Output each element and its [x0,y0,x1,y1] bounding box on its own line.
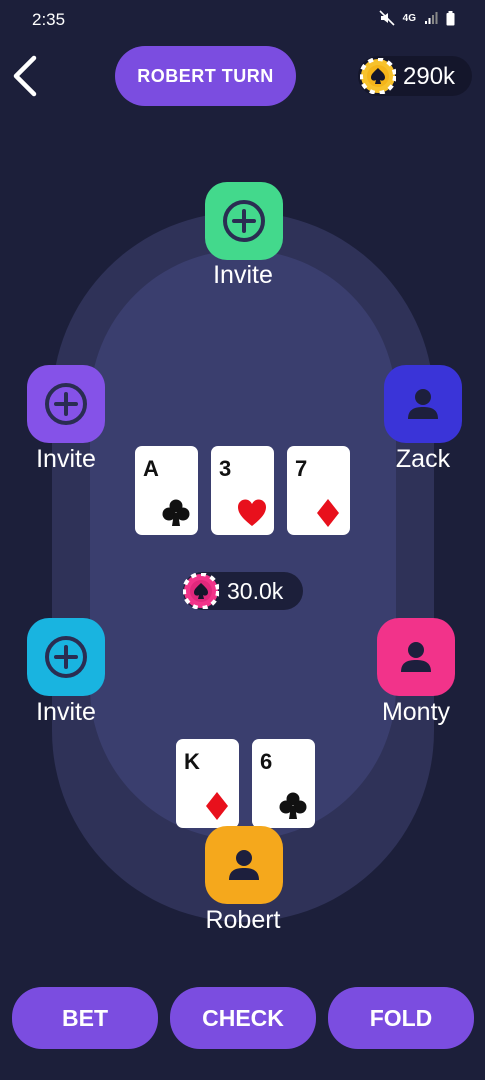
signal-icon [425,12,438,24]
seat-zack[interactable] [384,365,462,443]
seat-robert[interactable] [205,826,283,904]
balance-display: 290k [358,56,472,96]
seat-robert-label: Robert [205,906,281,934]
pot-value: 30.0k [227,578,284,604]
fold-button[interactable]: FOLD [328,987,474,1049]
player-card: K [176,739,239,828]
plus-circle-icon [223,200,265,242]
seat-left-lower-label: Invite [36,698,96,726]
poker-table-felt [90,250,396,840]
club-icon [279,792,307,819]
seat-monty-label: Monty [381,698,451,726]
seat-top-label: Invite [213,261,273,289]
seat-top-invite-button[interactable] [205,182,283,260]
seat-zack-label: Zack [395,445,451,473]
turn-indicator: ROBERT TURN [115,46,296,106]
plus-circle-icon [45,636,87,678]
spade-chip-icon [360,58,396,94]
community-card: 3 [211,446,274,535]
check-button[interactable]: CHECK [170,987,316,1049]
status-time: 2:35 [32,10,66,29]
pink-chip-icon [183,573,219,609]
card-rank: A [143,456,159,481]
card-rank: 7 [295,456,308,481]
network-type: 4G [402,12,416,24]
diamond-icon [317,499,339,527]
status-icons: 4G [379,10,455,26]
status-bar: 2:35 4G [0,0,485,40]
back-button[interactable] [10,52,50,100]
mute-icon [379,10,395,26]
diamond-icon [206,792,228,820]
seat-left-upper-invite-button[interactable] [27,365,105,443]
card-rank: 6 [260,749,273,774]
user-icon [401,642,431,672]
battery-icon [446,10,455,25]
user-icon [408,389,438,419]
card-rank: K [184,749,200,774]
seat-left-lower-invite-button[interactable] [27,618,105,696]
seat-left-upper-label: Invite [36,445,96,473]
club-icon [162,499,190,526]
player-card: 6 [252,739,315,828]
user-icon [229,850,259,880]
card-rank: 3 [219,456,232,481]
bet-button[interactable]: BET [12,987,158,1049]
community-card: 7 [287,446,350,535]
seat-monty[interactable] [377,618,455,696]
plus-circle-icon [45,383,87,425]
chevron-left-icon [13,55,37,97]
heart-icon [238,499,266,526]
community-card: A [135,446,198,535]
pot-display: 30.0k [183,572,303,610]
balance-value: 290k [403,63,456,90]
